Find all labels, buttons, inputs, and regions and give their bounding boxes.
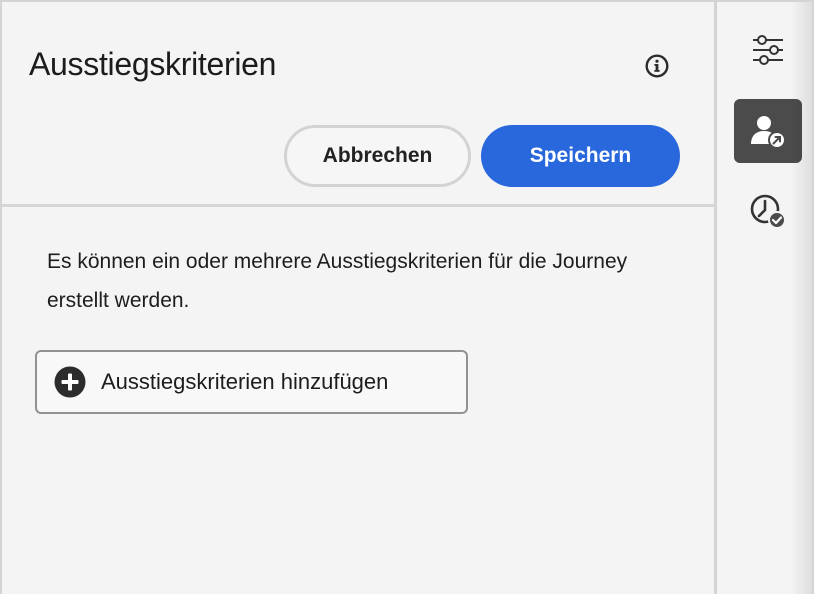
info-icon[interactable] [645, 54, 669, 78]
add-exit-criteria-button[interactable]: Ausstiegskriterien hinzufügen [35, 350, 468, 414]
rail-shadow [790, 2, 812, 594]
add-exit-criteria-label: Ausstiegskriterien hinzufügen [101, 369, 389, 394]
add-circle-icon [54, 366, 86, 398]
right-icon-rail [717, 2, 812, 594]
user-exit-icon [751, 116, 786, 149]
clock-check-icon [750, 194, 786, 229]
save-button[interactable]: Speichern [481, 125, 680, 187]
header-divider [2, 204, 714, 207]
cancel-button[interactable]: Abbrechen [284, 125, 471, 187]
description-text: Es können ein oder mehrere Ausstiegskrit… [47, 250, 628, 312]
panel-title: Ausstiegskriterien [29, 46, 277, 82]
settings-sliders-icon [753, 35, 783, 65]
app-frame: Ausstiegskriterien Abbrechen Speichern E… [0, 0, 814, 594]
exit-criteria-panel: Ausstiegskriterien Abbrechen Speichern E… [2, 2, 714, 594]
